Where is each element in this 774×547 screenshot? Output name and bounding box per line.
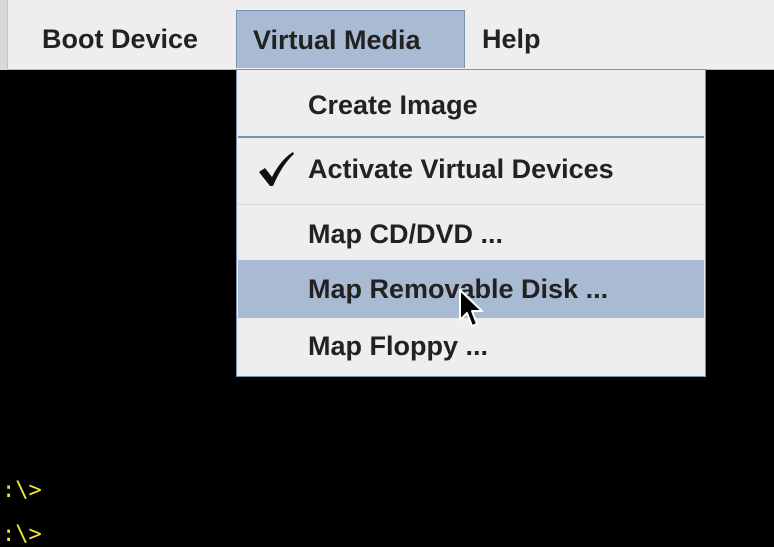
menu-virtual-media[interactable]: Virtual Media bbox=[236, 10, 465, 68]
menu-bar-edge bbox=[0, 0, 8, 70]
terminal-prompt: :\> bbox=[2, 522, 42, 547]
menu-item-label: Create Image bbox=[308, 90, 478, 120]
menu-boot-device[interactable]: Boot Device bbox=[42, 10, 198, 68]
menu-separator bbox=[238, 136, 704, 138]
mouse-pointer-icon bbox=[459, 289, 483, 327]
menu-item-map-cd-dvd[interactable]: Map CD/DVD ... bbox=[238, 204, 704, 262]
menu-help[interactable]: Help bbox=[482, 10, 541, 68]
checkmark-icon bbox=[259, 152, 294, 186]
terminal-prompt: :\> bbox=[2, 478, 42, 503]
menu-item-activate-virtual-devices[interactable]: Activate Virtual Devices bbox=[238, 140, 704, 198]
menu-item-label: Activate Virtual Devices bbox=[308, 154, 614, 184]
menu-item-label: Map CD/DVD ... bbox=[308, 219, 504, 249]
menu-bar: Boot Device Virtual Media Help bbox=[0, 0, 774, 70]
menu-item-create-image[interactable]: Create Image bbox=[238, 76, 704, 134]
